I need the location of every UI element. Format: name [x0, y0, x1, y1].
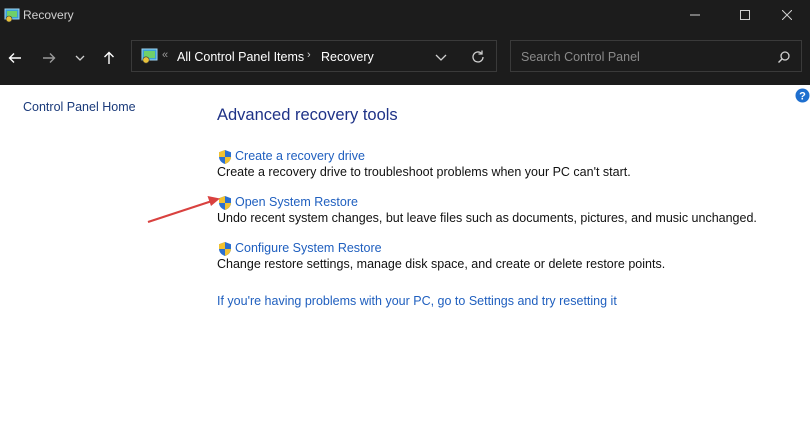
control-panel-icon: [4, 7, 20, 23]
title-bar: Recovery: [0, 0, 810, 30]
create-recovery-drive-link[interactable]: Create a recovery drive: [235, 149, 365, 163]
maximize-button[interactable]: [722, 0, 768, 30]
window-title: Recovery: [23, 8, 74, 22]
search-input[interactable]: [519, 47, 763, 67]
breadcrumb-recovery[interactable]: Recovery: [321, 50, 374, 64]
control-panel-home-link[interactable]: Control Panel Home: [23, 100, 136, 114]
minimize-button[interactable]: [672, 0, 718, 30]
refresh-button[interactable]: [470, 49, 486, 65]
task-description: Create a recovery drive to troubleshoot …: [217, 165, 631, 179]
uac-shield-icon: [217, 149, 233, 165]
task-description: Undo recent system changes, but leave fi…: [217, 211, 757, 225]
up-arrow-icon: [104, 51, 114, 64]
uac-shield-icon: [217, 195, 233, 211]
up-button[interactable]: [98, 47, 120, 69]
page-title: Advanced recovery tools: [217, 106, 398, 124]
recent-locations-button[interactable]: [69, 47, 91, 69]
address-dropdown-button[interactable]: [434, 50, 448, 64]
back-arrow-icon: [8, 53, 21, 63]
refresh-icon: [472, 50, 484, 63]
breadcrumb-all-control-panel-items[interactable]: All Control Panel Items: [177, 50, 304, 64]
address-bar[interactable]: « All Control Panel Items › Recovery: [131, 40, 497, 72]
reset-pc-settings-link[interactable]: If you're having problems with your PC, …: [217, 294, 617, 308]
task-description: Change restore settings, manage disk spa…: [217, 257, 666, 271]
configure-system-restore-link[interactable]: Configure System Restore: [235, 241, 382, 255]
search-box[interactable]: [510, 40, 802, 72]
content-pane: Control Panel Home ? Advanced recovery t…: [0, 85, 810, 446]
open-system-restore-link[interactable]: Open System Restore: [235, 195, 358, 209]
breadcrumb-separator[interactable]: ›: [307, 49, 311, 61]
close-button[interactable]: [764, 0, 810, 30]
help-icon[interactable]: ?: [795, 88, 810, 103]
forward-button[interactable]: [38, 47, 60, 69]
search-icon[interactable]: [777, 50, 791, 64]
back-button[interactable]: [4, 47, 26, 69]
uac-shield-icon: [217, 241, 233, 257]
forward-arrow-icon: [43, 53, 56, 63]
svg-text:?: ?: [799, 90, 806, 102]
chevron-down-icon: [75, 55, 85, 61]
chevron-down-icon: [435, 54, 447, 61]
overflow-chevron-icon[interactable]: «: [162, 49, 168, 61]
control-panel-icon: [141, 48, 159, 64]
